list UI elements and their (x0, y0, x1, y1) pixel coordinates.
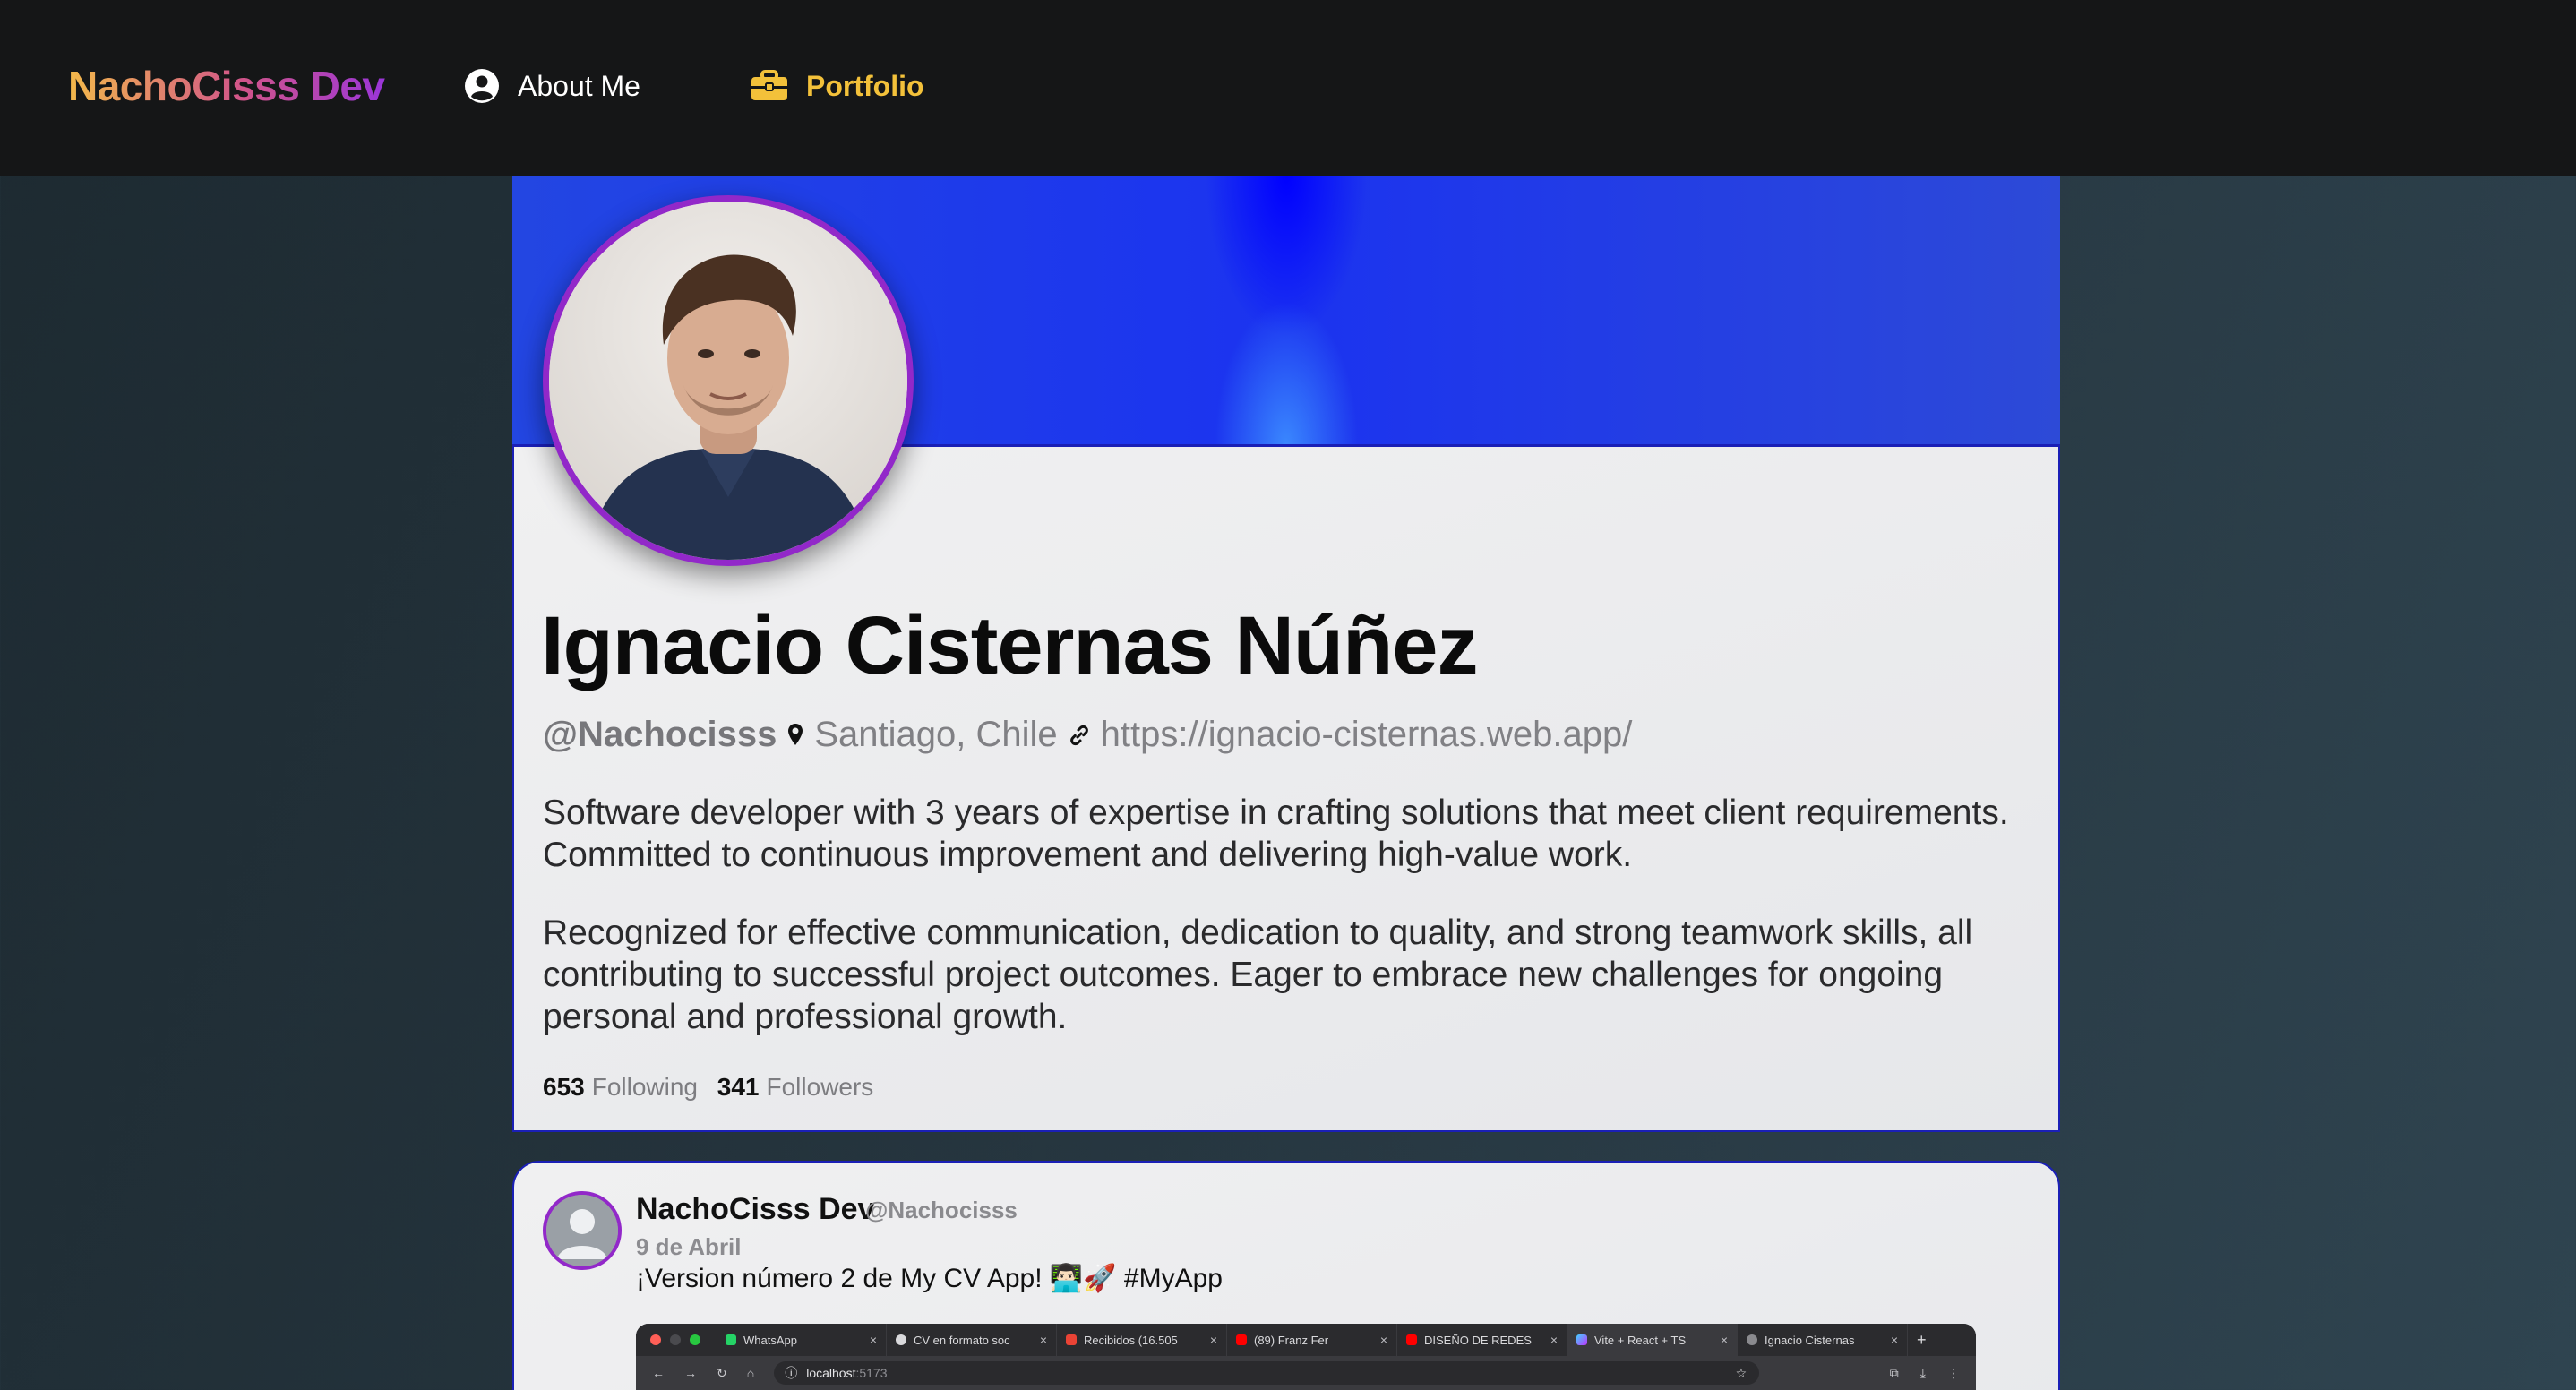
following-count[interactable]: 653 (543, 1073, 585, 1101)
close-window-icon (650, 1334, 661, 1345)
globe-icon (1747, 1334, 1757, 1345)
profile-location: Santiago, Chile (814, 715, 1058, 754)
browser-tab-label: CV en formato soc (914, 1333, 1010, 1347)
zoom-window-icon (690, 1334, 700, 1345)
nav-about-me-label: About Me (518, 70, 640, 102)
post-author-avatar[interactable] (543, 1191, 622, 1270)
browser-tab: DISEÑO DE REDES × (1397, 1324, 1567, 1356)
new-tab-icon: + (1917, 1330, 1927, 1349)
close-tab-icon: × (1039, 1333, 1047, 1347)
browser-tab-label: WhatsApp (743, 1333, 797, 1347)
post-date: 9 de Abril (636, 1233, 742, 1260)
nav-about-me[interactable]: About Me (464, 63, 640, 109)
browser-toolbar: ← → ↻ ⌂ ⓘ localhost:5173 ☆ ⧉ ⤓ ⋮ (636, 1356, 1976, 1390)
browser-tab: CV en formato soc × (887, 1324, 1057, 1356)
youtube-icon (1236, 1334, 1247, 1345)
post-image[interactable]: WhatsApp × CV en formato soc × Recibidos (… (636, 1324, 1976, 1390)
bookmark-star-icon: ☆ (1735, 1365, 1747, 1380)
followers-count[interactable]: 341 (717, 1073, 760, 1101)
user-circle-icon (464, 68, 500, 104)
browser-extension-icons: ⧉ ⤓ ⋮ (1890, 1366, 1960, 1381)
profile-meta: @Nachocisss Santiago, Chile https://igna… (543, 711, 1632, 758)
browser-address-bar: ⓘ localhost:5173 ☆ (774, 1361, 1760, 1385)
nav-portfolio[interactable]: Portfolio (751, 63, 924, 109)
vite-icon (1576, 1334, 1587, 1345)
profile-bio-paragraph: Software developer with 3 years of exper… (543, 794, 2009, 874)
navbar: NachoCisss Dev About Me Portfolio (0, 0, 2576, 176)
forward-icon: → (684, 1366, 697, 1380)
profile-stats: 653 Following 341 Followers (543, 1071, 886, 1103)
close-tab-icon: × (1209, 1333, 1217, 1347)
window-controls (650, 1334, 700, 1345)
close-tab-icon: × (869, 1333, 877, 1347)
browser-tab-label: DISEÑO DE REDES (1424, 1333, 1532, 1347)
following-label[interactable]: Following (592, 1073, 698, 1101)
url-port: :5173 (855, 1366, 888, 1380)
close-tab-icon: × (1550, 1333, 1558, 1347)
briefcase-icon (751, 70, 788, 102)
brand-logo[interactable]: NachoCisss Dev (68, 57, 385, 115)
profile-avatar (543, 195, 914, 566)
close-tab-icon: × (1720, 1333, 1728, 1347)
youtube-icon (1406, 1334, 1417, 1345)
browser-tab: Ignacio Cisternas × (1738, 1324, 1908, 1356)
post-author-handle[interactable]: @Nachocisss (865, 1194, 1018, 1226)
browser-tab-label: Ignacio Cisternas (1765, 1333, 1855, 1347)
close-tab-icon: × (1379, 1333, 1387, 1347)
link-icon (1069, 711, 1090, 758)
browser-tab-active: Vite + React + TS × (1567, 1324, 1738, 1356)
browser-tab: Recibidos (16.505 × (1057, 1324, 1227, 1356)
menu-dots-icon: ⋮ (1947, 1365, 1960, 1380)
close-tab-icon: × (1890, 1333, 1898, 1347)
post-author-name[interactable]: NachoCisss Dev (636, 1189, 874, 1229)
extensions-icon: ⧉ (1889, 1365, 1899, 1380)
location-pin-icon (787, 711, 803, 758)
back-icon: ← (652, 1366, 665, 1380)
browser-tab-strip: WhatsApp × CV en formato soc × Recibidos (… (636, 1324, 1976, 1356)
post-text: ¡Version número 2 de My CV App! 👨🏻‍💻🚀 #M… (636, 1264, 1223, 1293)
profile-bio-paragraph: Recognized for effective communication, … (543, 914, 1973, 1036)
followers-label[interactable]: Followers (767, 1073, 874, 1101)
browser-tab-label: Vite + React + TS (1594, 1333, 1687, 1347)
whatsapp-icon (726, 1334, 736, 1345)
download-icon: ⤓ (1919, 1365, 1926, 1380)
gmail-icon (1066, 1334, 1077, 1345)
browser-tab: WhatsApp × (717, 1324, 887, 1356)
profile-handle: @Nachocisss (543, 715, 777, 754)
url-host: localhost (806, 1366, 856, 1380)
home-icon: ⌂ (746, 1366, 755, 1380)
nav-portfolio-label: Portfolio (806, 70, 924, 102)
site-info-icon: ⓘ (785, 1366, 798, 1380)
reload-icon: ↻ (717, 1365, 727, 1380)
site-icon (896, 1334, 906, 1345)
minimize-window-icon (670, 1334, 681, 1345)
profile-name: Ignacio Cisternas Núñez (541, 600, 1478, 691)
browser-tab: (89) Franz Fer × (1227, 1324, 1397, 1356)
profile-website-link[interactable]: https://ignacio-cisternas.web.app/ (1101, 711, 1633, 758)
browser-tab-label: Recibidos (16.505 (1084, 1333, 1178, 1347)
browser-tab-label: (89) Franz Fer (1254, 1333, 1329, 1347)
